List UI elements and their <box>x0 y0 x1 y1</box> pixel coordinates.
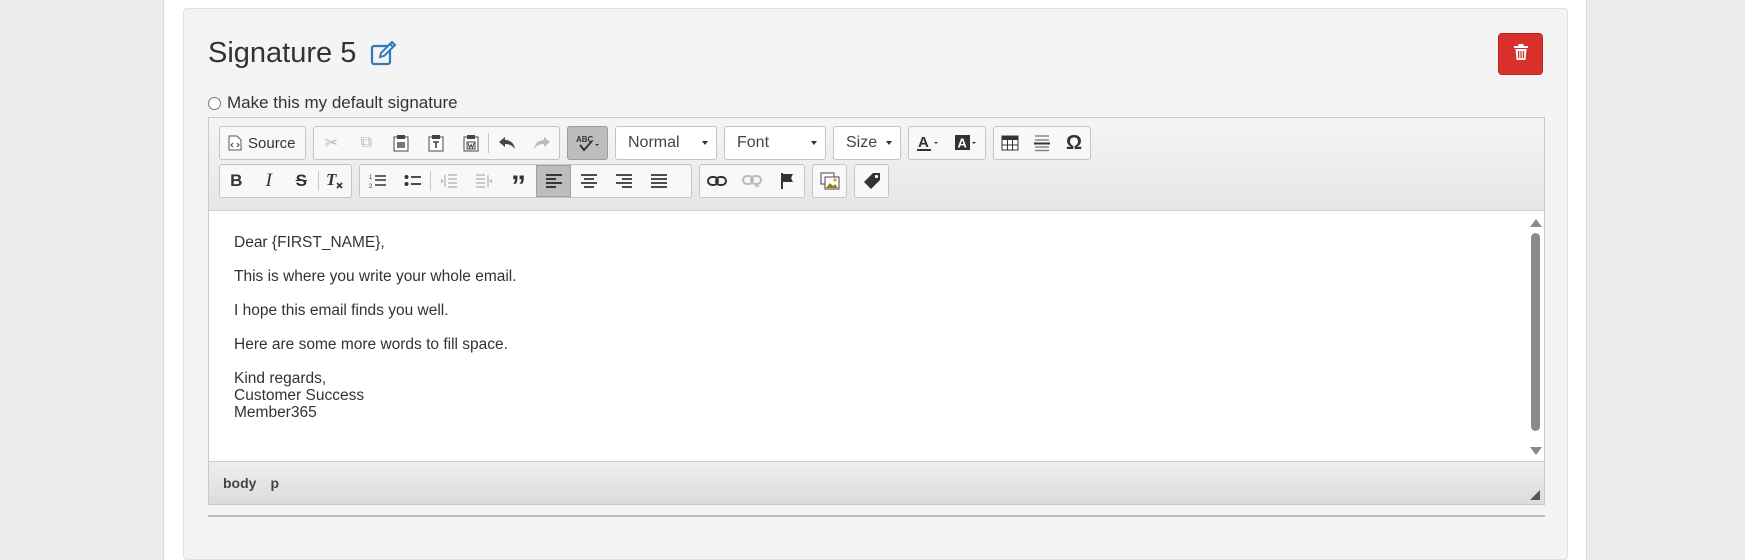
content-line: Here are some more words to fill space. <box>234 336 508 353</box>
editor-toolbar: Source ✂ ⧉ ABC Normal Font Size A A Ω B … <box>209 118 1544 211</box>
image-group <box>812 164 847 198</box>
color-group: A A <box>908 126 986 160</box>
scrollbar-thumb[interactable] <box>1531 233 1540 431</box>
paste-from-word-icon[interactable] <box>453 127 488 159</box>
content-line: This is where you write your whole email… <box>234 268 517 285</box>
strikethrough-icon[interactable]: S <box>285 165 318 197</box>
trash-icon <box>1513 43 1528 65</box>
copy-icon[interactable]: ⧉ <box>349 127 384 159</box>
basic-styles-group: B I S T <box>219 164 352 198</box>
default-signature-label[interactable]: Make this my default signature <box>227 93 458 113</box>
background-color-icon[interactable]: A <box>947 127 985 159</box>
image-icon[interactable] <box>813 165 846 197</box>
signature-panel: Signature 5 Make this my default signatu… <box>183 8 1568 560</box>
svg-text:2: 2 <box>369 184 373 189</box>
links-group <box>699 164 805 198</box>
link-icon[interactable] <box>700 165 735 197</box>
clipboard-group: ✂ ⧉ <box>313 126 560 160</box>
resize-handle-icon[interactable] <box>1530 490 1540 500</box>
format-select-value: Normal <box>628 134 680 151</box>
svg-text:A: A <box>918 134 929 151</box>
svg-text:T: T <box>326 172 337 189</box>
tag-icon[interactable] <box>855 165 888 197</box>
chevron-down-icon <box>702 141 708 145</box>
spellcheck-icon[interactable]: ABC <box>568 127 607 159</box>
unlink-icon[interactable] <box>735 165 770 197</box>
delete-signature-button[interactable] <box>1498 33 1543 75</box>
paragraph-group: 12 ” <box>359 164 692 202</box>
font-select-value: Font <box>737 134 770 151</box>
align-right-icon[interactable] <box>606 165 641 197</box>
default-signature-radio[interactable] <box>208 96 221 110</box>
chevron-down-icon <box>811 141 817 145</box>
content-line: I hope this email finds you well. <box>234 302 449 319</box>
paste-text-icon[interactable] <box>419 127 454 159</box>
element-path-bar: body p <box>209 461 1544 504</box>
italic-icon[interactable]: I <box>253 165 286 197</box>
merge-tag-group <box>854 164 889 198</box>
font-select[interactable]: Font <box>724 126 826 160</box>
remove-format-icon[interactable]: T <box>318 165 351 197</box>
svg-text:A: A <box>958 136 968 151</box>
numbered-list-icon[interactable]: 12 <box>360 165 395 197</box>
rich-text-editor: Source ✂ ⧉ ABC Normal Font Size A A Ω B … <box>208 117 1545 505</box>
undo-icon[interactable] <box>489 127 524 159</box>
spellcheck-group: ABC <box>567 126 608 160</box>
editor-content-area[interactable]: Dear {FIRST_NAME}, This is where you wri… <box>209 211 1544 461</box>
chevron-down-icon <box>886 141 892 145</box>
size-select-value: Size <box>846 134 878 151</box>
source-icon <box>228 135 242 151</box>
scroll-up-arrow-icon[interactable] <box>1530 219 1542 227</box>
insert-group: Ω <box>993 126 1091 160</box>
anchor-flag-icon[interactable] <box>769 165 804 197</box>
special-character-icon[interactable]: Ω <box>1058 127 1090 159</box>
align-left-icon[interactable] <box>536 165 571 197</box>
source-group: Source <box>219 126 306 160</box>
justify-icon[interactable] <box>641 165 676 197</box>
blockquote-icon[interactable]: ” <box>501 165 536 202</box>
content-line: Member365 <box>234 404 317 421</box>
align-center-icon[interactable] <box>571 165 606 197</box>
decrease-indent-icon[interactable] <box>431 165 466 197</box>
table-icon[interactable] <box>994 127 1026 159</box>
divider <box>208 515 1545 517</box>
content-line: Dear {FIRST_NAME}, <box>234 234 385 251</box>
increase-indent-icon[interactable] <box>466 165 501 197</box>
signature-title-row: Signature 5 <box>208 37 398 70</box>
signature-title: Signature 5 <box>208 37 357 69</box>
scroll-down-arrow-icon[interactable] <box>1530 447 1542 455</box>
page-container: Signature 5 Make this my default signatu… <box>163 0 1587 560</box>
cut-icon[interactable]: ✂ <box>314 127 349 159</box>
bold-icon[interactable]: B <box>220 165 253 197</box>
text-color-icon[interactable]: A <box>909 127 947 159</box>
paste-icon[interactable] <box>384 127 419 159</box>
svg-text:1: 1 <box>369 175 373 181</box>
path-body[interactable]: body <box>223 475 256 491</box>
size-select[interactable]: Size <box>833 126 901 160</box>
source-label: Source <box>248 134 296 152</box>
path-p[interactable]: p <box>270 475 279 491</box>
editor-scrollbar[interactable] <box>1526 211 1544 461</box>
format-select[interactable]: Normal <box>615 126 717 160</box>
source-button[interactable]: Source <box>220 127 305 159</box>
default-signature-row: Make this my default signature <box>208 93 458 113</box>
redo-icon[interactable] <box>524 127 559 159</box>
edit-icon[interactable] <box>370 40 398 67</box>
bulleted-list-icon[interactable] <box>395 165 430 197</box>
horizontal-line-icon[interactable] <box>1026 127 1058 159</box>
